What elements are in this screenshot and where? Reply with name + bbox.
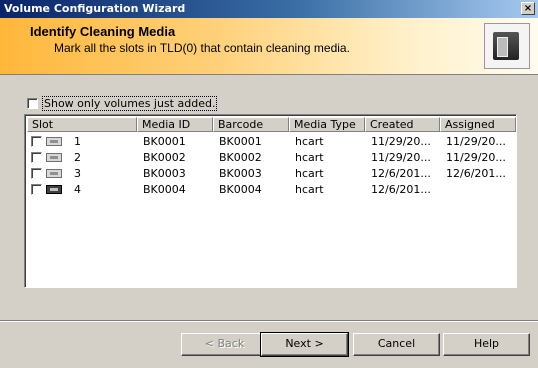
media-type: hcart: [295, 134, 324, 148]
show-only-new-volumes[interactable]: Show only volumes just added.: [27, 96, 218, 111]
media-type: hcart: [295, 182, 324, 196]
slot-number: 3: [74, 166, 81, 180]
table-row[interactable]: 1 BK0001 BK0001 hcart 11/29/20... 11/29/…: [27, 133, 516, 149]
slot-list[interactable]: Slot Media ID Barcode Media Type Created…: [24, 114, 517, 288]
table-row[interactable]: 3 BK0003 BK0003 hcart 12/6/201... 12/6/2…: [27, 165, 516, 181]
created-date: 12/6/201...: [371, 166, 431, 180]
help-button[interactable]: Help: [443, 333, 530, 356]
cleaning-media-checkbox[interactable]: [31, 135, 42, 147]
created-date: 11/29/20...: [371, 134, 431, 148]
next-button[interactable]: Next >: [260, 332, 349, 357]
barcode: BK0004: [219, 182, 262, 196]
list-rows: 1 BK0001 BK0001 hcart 11/29/20... 11/29/…: [27, 133, 516, 197]
tape-slot-icon: [46, 152, 62, 162]
cleaning-media-checkbox[interactable]: [31, 151, 42, 163]
back-button[interactable]: < Back: [181, 333, 268, 356]
tape-library-icon: [484, 23, 530, 69]
column-header-barcode[interactable]: Barcode: [213, 117, 289, 132]
media-id: BK0001: [143, 134, 186, 148]
table-row[interactable]: 2 BK0002 BK0002 hcart 11/29/20... 11/29/…: [27, 149, 516, 165]
created-date: 12/6/201...: [371, 182, 431, 196]
window-title: Volume Configuration Wizard: [4, 2, 186, 15]
media-id: BK0002: [143, 150, 186, 164]
column-header-slot[interactable]: Slot: [27, 117, 137, 132]
show-only-label[interactable]: Show only volumes just added.: [42, 96, 218, 111]
column-header-created[interactable]: Created: [365, 117, 440, 132]
column-header-media-id[interactable]: Media ID: [137, 117, 213, 132]
slot-number: 2: [74, 150, 81, 164]
divider: [0, 320, 538, 322]
table-row[interactable]: 4 BK0004 BK0004 hcart 12/6/201...: [27, 181, 516, 197]
wizard-header: Identify Cleaning Media Mark all the slo…: [0, 18, 538, 75]
slot-number: 1: [74, 134, 81, 148]
assigned-date: 11/29/20...: [446, 150, 506, 164]
title-bar: Volume Configuration Wizard ×: [0, 0, 538, 18]
page-subtitle: Mark all the slots in TLD(0) that contai…: [54, 41, 350, 55]
tape-slot-icon: [46, 184, 62, 194]
media-type: hcart: [295, 150, 324, 164]
created-date: 11/29/20...: [371, 150, 431, 164]
tape-slot-icon: [46, 168, 62, 178]
cancel-button[interactable]: Cancel: [353, 333, 440, 356]
page-title: Identify Cleaning Media: [30, 24, 176, 39]
media-id: BK0004: [143, 182, 186, 196]
assigned-date: 12/6/201...: [446, 166, 506, 180]
barcode: BK0002: [219, 150, 262, 164]
cleaning-media-checkbox[interactable]: [31, 167, 42, 179]
tape-slot-icon: [46, 136, 62, 146]
slot-number: 4: [74, 182, 81, 196]
column-header-media-type[interactable]: Media Type: [289, 117, 365, 132]
cleaning-media-checkbox[interactable]: [31, 183, 42, 195]
media-type: hcart: [295, 166, 324, 180]
list-header: Slot Media ID Barcode Media Type Created…: [27, 117, 516, 132]
assigned-date: 11/29/20...: [446, 134, 506, 148]
media-id: BK0003: [143, 166, 186, 180]
barcode: BK0001: [219, 134, 262, 148]
close-button[interactable]: ×: [521, 2, 535, 15]
show-only-checkbox[interactable]: [27, 98, 38, 109]
column-header-assigned[interactable]: Assigned: [440, 117, 516, 132]
barcode: BK0003: [219, 166, 262, 180]
